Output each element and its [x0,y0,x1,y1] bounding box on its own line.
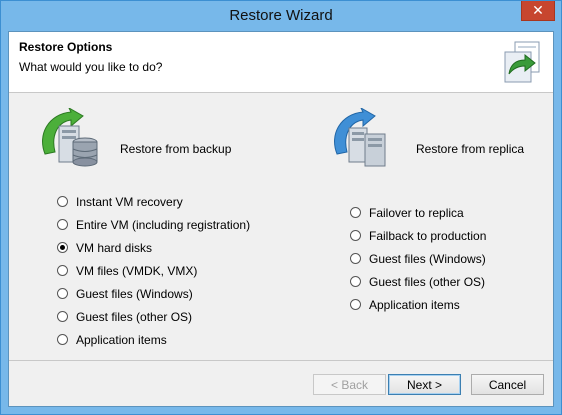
option-label: VM files (VMDK, VMX) [76,263,198,278]
restore-wizard-window: Restore Wizard ✕ Restore Options What wo… [0,0,562,415]
option-guest-files-windows[interactable]: Guest files (Windows) [57,282,250,305]
radio-button[interactable] [350,276,361,287]
option-guest-files-other-os[interactable]: Guest files (other OS) [350,270,486,293]
radio-button[interactable] [350,253,361,264]
radio-button[interactable] [57,334,68,345]
option-guest-files-other-os[interactable]: Guest files (other OS) [57,305,250,328]
radio-button[interactable] [350,230,361,241]
dialog-body: Restore Options What would you like to d… [8,31,554,407]
replica-options-group: Failover to replica Failback to producti… [350,201,486,316]
cancel-button[interactable]: Cancel [471,374,544,395]
replica-section-title: Restore from replica [416,142,525,156]
option-label: VM hard disks [76,240,153,255]
option-instant-vm-recovery[interactable]: Instant VM recovery [57,190,250,213]
option-failover-to-replica[interactable]: Failover to replica [350,201,486,224]
option-label: Application items [76,332,167,347]
option-label: Instant VM recovery [76,194,183,209]
next-button[interactable]: Next > [388,374,461,395]
replica-server-icon [334,108,386,167]
option-label: Guest files (other OS) [76,309,193,324]
option-vm-hard-disks[interactable]: VM hard disks [57,236,250,259]
radio-button[interactable] [57,196,68,207]
radio-button[interactable] [57,219,68,230]
footer-divider [9,360,553,361]
step-subtitle: What would you like to do? [19,60,163,74]
radio-button[interactable] [57,265,68,276]
radio-button[interactable] [57,311,68,322]
radio-button[interactable] [350,299,361,310]
option-entire-vm[interactable]: Entire VM (including registration) [57,213,250,236]
wizard-header: Restore Options What would you like to d… [9,32,553,93]
option-label: Guest files (Windows) [369,251,486,266]
option-label: Entire VM (including registration) [76,217,251,232]
option-label: Guest files (other OS) [369,274,486,289]
option-guest-files-windows[interactable]: Guest files (Windows) [350,247,486,270]
backup-section-title: Restore from backup [120,142,232,156]
radio-button-selected[interactable] [57,242,68,253]
title-bar[interactable]: Restore Wizard ✕ [1,1,561,31]
close-button[interactable]: ✕ [521,1,555,21]
option-label: Application items [369,297,460,312]
back-button[interactable]: < Back [313,374,386,395]
backup-server-database-icon [42,108,98,167]
option-application-items[interactable]: Application items [57,328,250,351]
radio-button[interactable] [350,207,361,218]
backup-options-group: Instant VM recovery Entire VM (including… [57,190,250,351]
option-application-items[interactable]: Application items [350,293,486,316]
option-label: Guest files (Windows) [76,286,193,301]
option-failback-to-production[interactable]: Failback to production [350,224,486,247]
option-label: Failover to replica [369,205,464,220]
option-vm-files[interactable]: VM files (VMDK, VMX) [57,259,250,282]
window-title: Restore Wizard [229,7,333,24]
step-title: Restore Options [19,40,113,54]
option-label: Failback to production [369,228,487,243]
radio-button[interactable] [57,288,68,299]
restore-arrow-icon [504,41,540,83]
